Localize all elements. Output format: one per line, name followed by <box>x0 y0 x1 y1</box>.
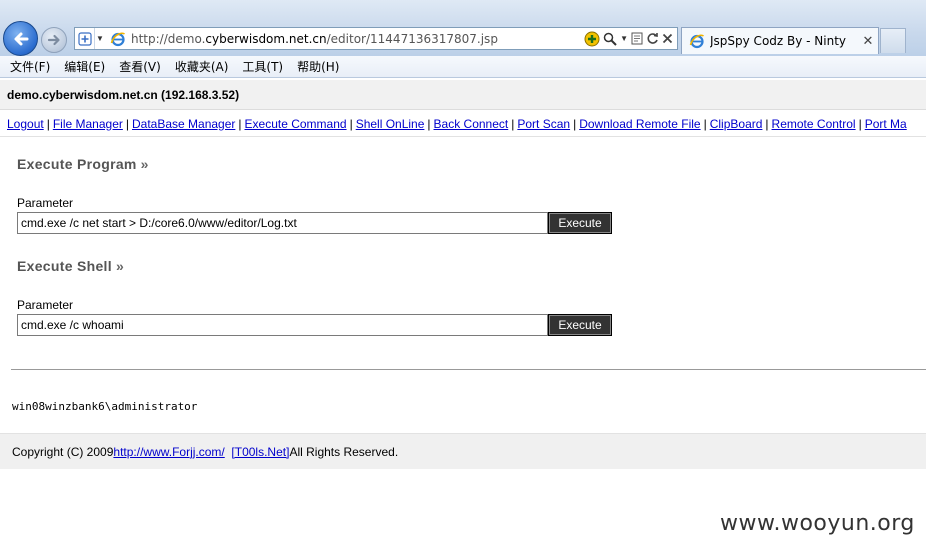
nav-separator: | <box>46 116 50 131</box>
execute-shell-button[interactable]: Execute <box>548 314 612 336</box>
program-parameter-input[interactable]: cmd.exe /c net start > D:/core6.0/www/ed… <box>17 212 548 234</box>
nav-separator: | <box>703 116 707 131</box>
nav-separator: | <box>765 116 769 131</box>
nav-execute-command[interactable]: Execute Command <box>245 117 347 131</box>
footer: Copyright (C) 2009 http://www.Forjj.com/… <box>0 433 926 469</box>
nav-separator: | <box>858 116 862 131</box>
execute-shell-title: Execute Shell» <box>17 258 124 274</box>
menu-bar: 文件(F) 编辑(E) 查看(V) 收藏夹(A) 工具(T) 帮助(H) <box>0 56 926 78</box>
copyright-prefix: Copyright (C) 2009 <box>12 444 114 459</box>
nav-separator: | <box>573 116 577 131</box>
nav-separator: | <box>427 116 431 131</box>
refresh-icon[interactable] <box>646 32 659 45</box>
nav-separator: | <box>125 116 129 131</box>
back-button[interactable] <box>3 21 38 56</box>
function-nav: Logout | File Manager | DataBase Manager | … <box>0 111 926 137</box>
add-favorite-icon[interactable] <box>584 31 600 47</box>
compatibility-icon <box>77 31 92 46</box>
shell-parameter-input[interactable]: cmd.exe /c whoami <box>17 314 548 336</box>
nav-download-remote-file[interactable]: Download Remote File <box>579 117 700 131</box>
close-icon[interactable]: ✕ <box>860 33 876 49</box>
stop-icon[interactable] <box>662 33 673 44</box>
tab-title: JspSpy Codz By - Ninty <box>710 34 847 48</box>
url-text[interactable]: http://demo.cyberwisdom.net.cn/editor/11… <box>131 32 584 46</box>
nav-database-manager[interactable]: DataBase Manager <box>132 117 235 131</box>
nav-shell-online[interactable]: Shell OnLine <box>356 117 425 131</box>
footer-spacer <box>225 445 232 459</box>
nav-separator: | <box>238 116 242 131</box>
shell-parameter-label: Parameter <box>17 298 74 312</box>
menu-file[interactable]: 文件(F) <box>4 58 56 75</box>
ie-icon <box>688 32 706 50</box>
back-arrow-icon <box>14 32 28 45</box>
browser-chrome: ▼ http://demo.cyberwisdom.net.cn/editor/… <box>0 0 926 56</box>
menu-view[interactable]: 查看(V) <box>113 58 167 75</box>
address-tools: ▼ <box>584 31 677 47</box>
nav-logout[interactable]: Logout <box>7 117 44 131</box>
command-output: win08winzbank6\administrator <box>12 400 198 413</box>
nav-back-connect[interactable]: Back Connect <box>434 117 509 131</box>
nav-file-manager[interactable]: File Manager <box>53 117 123 131</box>
host-header: demo.cyberwisdom.net.cn (192.168.3.52) <box>0 80 926 110</box>
footer-link-t00ls[interactable]: [T00ls.Net] <box>231 445 289 459</box>
host-info: demo.cyberwisdom.net.cn (192.168.3.52) <box>7 87 240 102</box>
url-path: /editor/11447136317807.jsp <box>326 31 498 46</box>
nav-port-scan[interactable]: Port Scan <box>517 117 570 131</box>
program-parameter-label: Parameter <box>17 196 74 210</box>
menu-favorites[interactable]: 收藏夹(A) <box>169 58 235 75</box>
forward-arrow-icon <box>47 34 60 46</box>
nav-separator: | <box>349 116 353 131</box>
menu-tools[interactable]: 工具(T) <box>236 58 289 75</box>
url-domain: cyberwisdom.net.cn <box>205 31 327 46</box>
execute-program-title-text: Execute Program <box>17 156 137 172</box>
browser-tab[interactable]: JspSpy Codz By - Ninty ✕ <box>681 27 879 54</box>
nav-remote-control[interactable]: Remote Control <box>772 117 856 131</box>
url-prefix: http://demo. <box>131 31 206 46</box>
menu-edit[interactable]: 编辑(E) <box>58 58 111 75</box>
footer-link-forjj[interactable]: http://www.Forjj.com/ <box>113 445 224 459</box>
execute-shell-title-text: Execute Shell <box>17 258 112 274</box>
nav-port-map[interactable]: Port Ma <box>865 117 907 131</box>
nav-separator: | <box>511 116 515 131</box>
compat-page-icon[interactable] <box>631 32 643 45</box>
forward-button[interactable] <box>41 27 67 53</box>
address-bar[interactable]: ▼ http://demo.cyberwisdom.net.cn/editor/… <box>74 27 678 50</box>
ie-icon <box>109 30 127 48</box>
watermark: www.wooyun.org <box>720 511 915 536</box>
menu-help[interactable]: 帮助(H) <box>291 58 345 75</box>
raquo-glyph: » <box>140 156 149 172</box>
nav-clipboard[interactable]: ClipBoard <box>710 117 763 131</box>
new-tab-button[interactable] <box>880 28 906 53</box>
search-icon[interactable] <box>603 32 617 46</box>
copyright-suffix: All Rights Reserved. <box>289 444 399 459</box>
chevron-down-icon[interactable]: ▼ <box>95 34 105 43</box>
execute-program-title: Execute Program» <box>17 156 149 172</box>
compatibility-view-button[interactable] <box>75 28 95 49</box>
raquo-glyph: » <box>115 258 125 274</box>
execute-program-button[interactable]: Execute <box>548 212 612 234</box>
divider <box>11 369 926 370</box>
chevron-down-icon[interactable]: ▼ <box>620 34 628 43</box>
